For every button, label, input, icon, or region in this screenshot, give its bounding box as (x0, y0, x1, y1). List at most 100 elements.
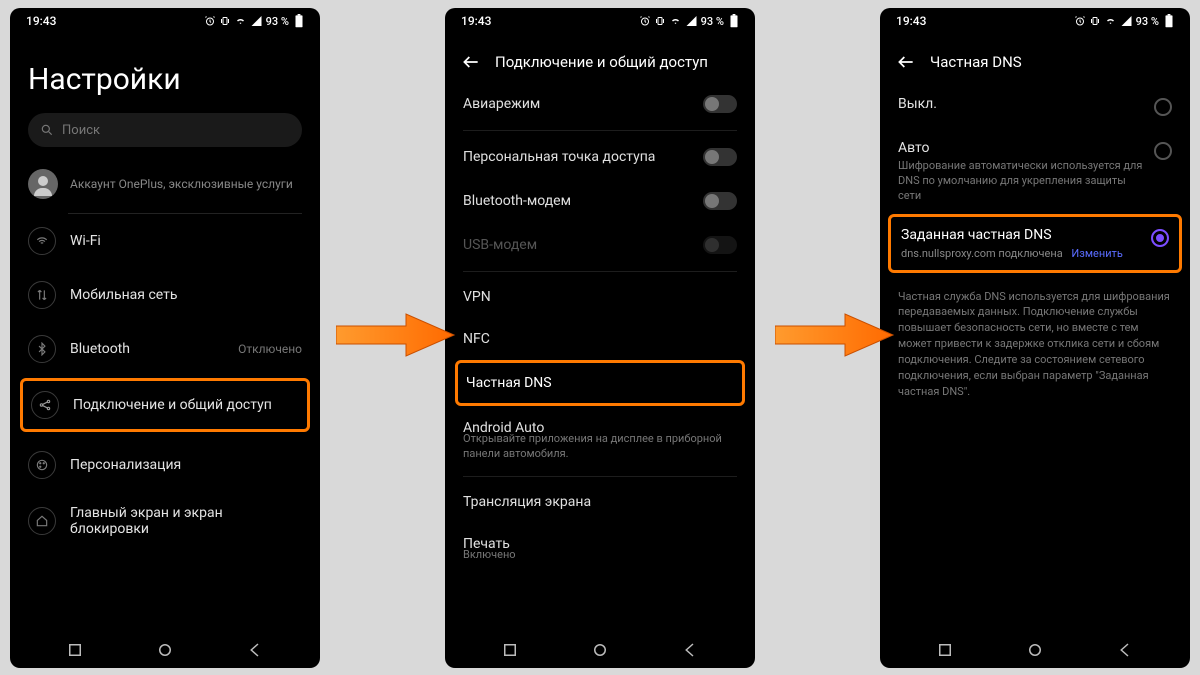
nav-bar (10, 632, 320, 668)
account-text: Аккаунт OnePlus, эксклюзивные услуги (70, 177, 293, 191)
nav-recent-icon[interactable] (66, 641, 84, 659)
edit-link[interactable]: Изменить (1071, 247, 1122, 260)
setting-label: Bluetooth (70, 341, 224, 357)
search-icon (40, 123, 54, 137)
row-label: Частная DNS (466, 375, 734, 391)
dns-option-off[interactable]: Выкл. (880, 82, 1190, 126)
setting-mobile[interactable]: Мобильная сеть (10, 268, 320, 322)
option-title: Выкл. (898, 96, 1144, 112)
row-nfc[interactable]: NFC (445, 318, 755, 360)
setting-homescreen[interactable]: Главный экран и экран блокировки (10, 492, 320, 550)
toggle (703, 236, 737, 254)
row-label: NFC (463, 331, 737, 347)
nav-home-icon[interactable] (1026, 641, 1044, 659)
status-time: 19:43 (26, 14, 56, 28)
option-desc: dns.nullsproxy.com подключена Изменить (901, 247, 1141, 260)
sub-header: Подключение и общий доступ (445, 34, 755, 82)
row-hotspot[interactable]: Персональная точка доступа (445, 135, 755, 179)
radio-icon[interactable] (1154, 142, 1172, 160)
row-usb-tether: USB-модем (445, 223, 755, 267)
wifi-icon (1104, 15, 1117, 27)
bluetooth-icon (28, 335, 56, 363)
status-bar: 19:43 93 % (880, 8, 1190, 34)
row-cast[interactable]: Трансляция экрана (445, 481, 755, 523)
nav-back-icon[interactable] (681, 641, 699, 659)
toggle[interactable] (703, 95, 737, 113)
toggle[interactable] (703, 148, 737, 166)
setting-wifi[interactable]: Wi-Fi (10, 214, 320, 268)
radio-selected-icon[interactable] (1151, 229, 1169, 247)
back-icon[interactable] (896, 52, 916, 72)
row-bt-tether[interactable]: Bluetooth-модем (445, 179, 755, 223)
nav-bar (880, 632, 1190, 668)
battery-percent: 93 % (266, 15, 289, 28)
nav-recent-icon[interactable] (501, 641, 519, 659)
share-icon (31, 391, 59, 419)
step-arrow-icon (336, 310, 456, 360)
setting-trail: Отключено (238, 342, 302, 356)
account-row[interactable]: Аккаунт OnePlus, эксклюзивные услуги (10, 147, 320, 213)
setting-label: Персонализация (70, 457, 302, 473)
header-title: Частная DNS (930, 53, 1022, 71)
row-vpn[interactable]: VPN (445, 276, 755, 318)
status-icons: 93 % (204, 14, 304, 28)
wifi-icon (669, 15, 682, 27)
row-private-dns[interactable]: Частная DNS (455, 360, 745, 406)
nav-bar (445, 632, 755, 668)
toggle[interactable] (703, 192, 737, 210)
status-icons: 93 % (639, 14, 739, 28)
alarm-icon (204, 15, 216, 27)
row-label: USB-модем (463, 237, 703, 253)
phone-private-dns: 19:43 93 % Частная DNS Выкл. Авто (880, 8, 1190, 668)
status-bar: 19:43 93 % (445, 8, 755, 34)
setting-label: Мобильная сеть (70, 287, 302, 303)
back-icon[interactable] (461, 52, 481, 72)
nav-back-icon[interactable] (1116, 641, 1134, 659)
row-label: Авиарежим (463, 96, 703, 112)
sub-header: Частная DNS (880, 34, 1190, 82)
option-desc: Шифрование автоматически используется дл… (898, 159, 1144, 204)
nav-back-icon[interactable] (246, 641, 264, 659)
nav-home-icon[interactable] (591, 641, 609, 659)
setting-label: Wi-Fi (70, 233, 302, 249)
step-arrow-icon (775, 310, 895, 360)
nav-recent-icon[interactable] (936, 641, 954, 659)
battery-icon (1164, 14, 1174, 28)
signal-icon (685, 15, 698, 27)
radio-icon[interactable] (1154, 98, 1172, 116)
mobile-data-icon (28, 281, 56, 309)
separator (463, 476, 737, 477)
setting-bluetooth[interactable]: Bluetooth Отключено (10, 322, 320, 376)
row-airplane[interactable]: Авиарежим (445, 82, 755, 126)
separator (463, 271, 737, 272)
phone-settings: 19:43 93 % Настройки Поиск Аккаунт OnePl… (10, 8, 320, 668)
vibrate-icon (219, 15, 231, 27)
setting-personalization[interactable]: Персонализация (10, 438, 320, 492)
alarm-icon (1074, 15, 1086, 27)
dns-option-custom[interactable]: Заданная частная DNS dns.nullsproxy.com … (888, 214, 1182, 273)
dns-option-auto[interactable]: Авто Шифрование автоматически использует… (880, 126, 1190, 214)
row-label: Bluetooth-модем (463, 193, 703, 209)
option-title: Авто (898, 140, 1144, 156)
alarm-icon (639, 15, 651, 27)
vibrate-icon (654, 15, 666, 27)
setting-label: Главный экран и экран блокировки (70, 505, 302, 537)
dns-footnote: Частная служба DNS используется для шифр… (880, 273, 1190, 401)
separator (463, 130, 737, 131)
row-subtext: Открывайте приложения на дисплее в прибо… (445, 432, 755, 472)
home-icon (28, 507, 56, 535)
row-label: VPN (463, 289, 737, 305)
phone-connection-sharing: 19:43 93 % Подключение и общий доступ Ав… (445, 8, 755, 668)
nav-home-icon[interactable] (156, 641, 174, 659)
status-time: 19:43 (896, 14, 926, 28)
search-input[interactable]: Поиск (28, 113, 302, 147)
signal-icon (250, 15, 263, 27)
header-title: Подключение и общий доступ (495, 53, 708, 71)
palette-icon (28, 451, 56, 479)
row-label: Трансляция экрана (463, 494, 737, 510)
status-bar: 19:43 93 % (10, 8, 320, 34)
status-time: 19:43 (461, 14, 491, 28)
page-title: Настройки (10, 34, 320, 113)
setting-connection-sharing[interactable]: Подключение и общий доступ (20, 378, 310, 432)
avatar-icon (28, 169, 58, 199)
